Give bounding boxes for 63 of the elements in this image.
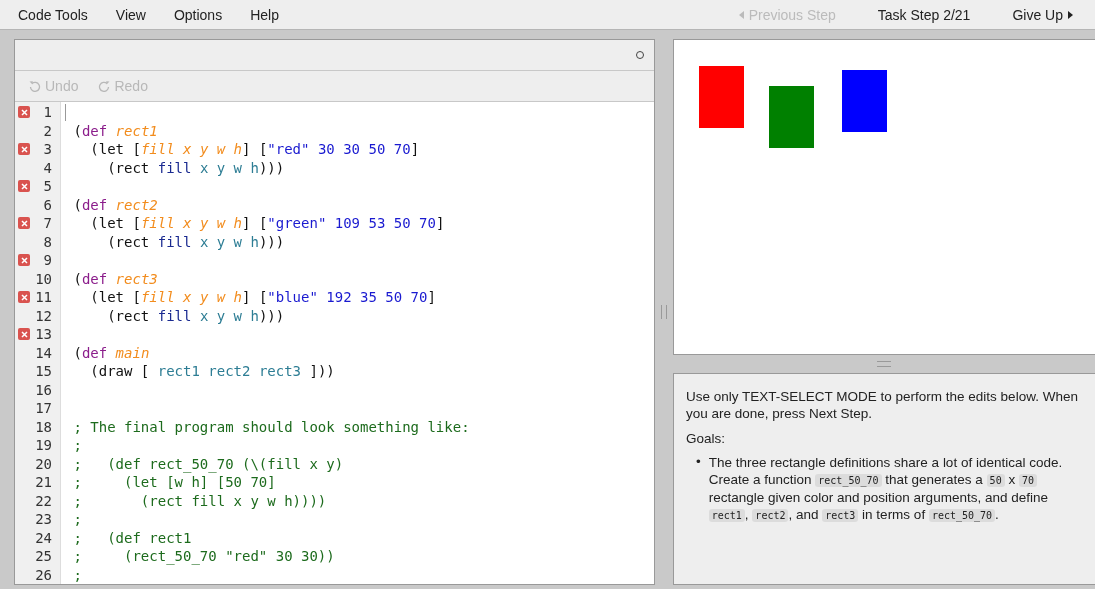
code-line: (def rect2	[73, 196, 158, 213]
line-number: 10	[35, 269, 52, 288]
code-line: (rect fill x y w h)))	[106, 307, 285, 324]
line-number: 23	[35, 510, 52, 529]
line-number: 17	[35, 399, 52, 418]
give-up-button[interactable]: Give Up	[1012, 6, 1073, 23]
code-line: (let [fill x y w h] ["red" 30 30 50 70]	[89, 141, 420, 157]
goals-label: Goals:	[686, 430, 727, 447]
line-number: 15	[35, 362, 52, 381]
code-line: (def rect3	[73, 270, 158, 287]
code-line: ; (rect_50_70 "red" 30 30))	[73, 548, 335, 564]
task-step-label: Task Step 2/21	[877, 6, 971, 23]
instruction-text: Use only TEXT-SELECT MODE to perform the edits below. When you are done, press Next Step.	[686, 388, 1079, 422]
code-line: (def rect1	[73, 122, 158, 139]
line-number: 24	[35, 528, 52, 547]
line-number: 7	[43, 214, 52, 233]
text-cursor	[65, 104, 66, 121]
line-number: 20	[35, 454, 52, 473]
line-number: 25	[35, 547, 52, 566]
code-line: ; (def rect_50_70 (\(fill x y)	[73, 455, 344, 472]
redo-icon	[98, 80, 111, 92]
code-line: ; (rect fill x y w h))))	[73, 492, 327, 509]
menu-item[interactable]: View	[115, 6, 146, 23]
code-line: ; (let [w h] [50 70]	[73, 474, 276, 490]
code-line: (rect fill x y w h)))	[106, 159, 285, 176]
splitter-handle[interactable]	[661, 305, 667, 319]
menu-item[interactable]: Code Tools	[18, 6, 88, 23]
menu-item[interactable]: Help	[250, 6, 279, 23]
line-number: 6	[43, 195, 52, 214]
line-number: 8	[43, 232, 52, 251]
line-number: 16	[35, 380, 52, 399]
code-line: (let [fill x y w h] ["blue" 192 35 50 70]	[89, 289, 436, 305]
line-number: 26	[35, 565, 52, 584]
code-line: (rect fill x y w h)))	[106, 233, 285, 250]
line-number: 4	[43, 158, 52, 177]
line-number: 21	[35, 473, 52, 492]
code-line: ;	[73, 566, 82, 583]
code-line: ;	[73, 437, 82, 453]
line-number: 5	[43, 177, 52, 196]
line-number: 1	[43, 103, 52, 122]
line-number: 22	[35, 491, 52, 510]
caret-left-icon	[738, 10, 744, 19]
line-number: 18	[35, 417, 52, 436]
line-number: 13	[35, 325, 52, 344]
code-line: (draw [ rect1 rect2 rect3 ]))	[89, 363, 335, 379]
bullet-mark: •	[696, 453, 701, 470]
menu-item[interactable]: Options	[173, 6, 223, 23]
line-number: 12	[35, 306, 52, 325]
line-number: 11	[35, 288, 52, 307]
line-number: 2	[43, 121, 52, 140]
caret-right-icon	[1068, 10, 1073, 19]
line-number: 9	[43, 251, 52, 270]
code-line: (let [fill x y w h] ["green" 109 53 50 70]	[89, 215, 445, 231]
code-line: ;	[73, 511, 82, 527]
undo-icon	[29, 80, 41, 92]
splitter-handle[interactable]	[877, 361, 891, 367]
line-number: 3	[43, 140, 52, 159]
line-number: 14	[35, 343, 52, 362]
line-number: 19	[35, 436, 52, 455]
code-line: ; (def rect1	[73, 529, 192, 546]
code-line: ; The final program should look something like:	[73, 418, 470, 435]
code-line: (def main	[73, 344, 150, 361]
goal-text: The three rectangle definitions share a lot of identical code. Create a function rect_50_70 that generates a 50 x 70 rectangle given color and position arguments, and define rect1 , rect2 , and rect3 in terms of rect_50_70 .	[708, 454, 1064, 524]
